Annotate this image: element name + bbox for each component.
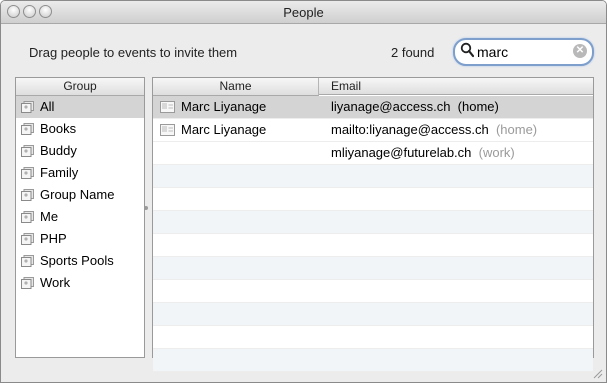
group-item-label: Buddy bbox=[40, 143, 77, 158]
group-item-sports-pools[interactable]: Sports Pools bbox=[16, 250, 144, 272]
group-item-php[interactable]: PHP bbox=[16, 228, 144, 250]
clear-search-icon[interactable]: ✕ bbox=[573, 44, 587, 58]
group-panel: Group All Books Buddy Family Group Name … bbox=[15, 77, 145, 358]
address-group-icon bbox=[21, 123, 34, 135]
group-item-me[interactable]: Me bbox=[16, 206, 144, 228]
email-address: mailto:liyanage@access.ch bbox=[331, 122, 489, 137]
group-item-label: Me bbox=[40, 209, 59, 224]
empty-row bbox=[153, 234, 593, 257]
group-item-label: Group Name bbox=[40, 187, 115, 202]
group-item-work[interactable]: Work bbox=[16, 272, 144, 294]
empty-row bbox=[153, 349, 593, 372]
group-item-label: Family bbox=[40, 165, 79, 180]
instruction-text: Drag people to events to invite them bbox=[29, 45, 238, 60]
address-group-icon bbox=[21, 101, 34, 113]
people-table: Marc Liyanage liyanage@access.ch (home) … bbox=[153, 96, 593, 372]
group-item-group-name[interactable]: Group Name bbox=[16, 184, 144, 206]
empty-row bbox=[153, 303, 593, 326]
email-address: mliyanage@futurelab.ch bbox=[331, 145, 472, 160]
email-tag: (work) bbox=[478, 145, 515, 160]
person-email: liyanage@access.ch (home) bbox=[331, 99, 499, 114]
name-column-header[interactable]: Name bbox=[153, 78, 319, 96]
pane-splitter-handle[interactable] bbox=[144, 206, 148, 210]
empty-row bbox=[153, 326, 593, 349]
group-item-label: All bbox=[40, 99, 55, 114]
found-count: 2 found bbox=[391, 45, 435, 60]
empty-row bbox=[153, 257, 593, 280]
people-window: People Drag people to events to invite t… bbox=[0, 0, 607, 383]
person-card-icon bbox=[160, 124, 175, 136]
title-bar: People bbox=[1, 1, 606, 24]
address-group-icon bbox=[21, 145, 34, 157]
empty-row bbox=[153, 165, 593, 188]
person-name: Marc Liyanage bbox=[181, 99, 267, 114]
person-name: Marc Liyanage bbox=[181, 122, 267, 137]
email-address: liyanage@access.ch bbox=[331, 99, 451, 114]
table-row[interactable]: Marc Liyanage mailto:liyanage@access.ch … bbox=[153, 119, 593, 142]
group-item-label: Books bbox=[40, 121, 77, 136]
group-item-books[interactable]: Books bbox=[16, 118, 144, 140]
toolbar: Drag people to events to invite them 2 f… bbox=[1, 24, 606, 71]
group-item-all[interactable]: All bbox=[16, 96, 144, 118]
address-group-icon bbox=[21, 189, 34, 201]
table-row[interactable]: Marc Liyanage liyanage@access.ch (home) bbox=[153, 96, 593, 119]
table-row[interactable]: mliyanage@futurelab.ch (work) bbox=[153, 142, 593, 165]
group-item-label: Work bbox=[40, 275, 71, 290]
person-card-icon bbox=[160, 101, 175, 113]
group-item-buddy[interactable]: Buddy bbox=[16, 140, 144, 162]
person-email: mailto:liyanage@access.ch (home) bbox=[331, 122, 537, 137]
search-field[interactable]: ✕ bbox=[453, 38, 594, 66]
address-group-icon bbox=[21, 255, 34, 267]
email-tag: (home) bbox=[457, 99, 499, 114]
resize-grip-icon[interactable] bbox=[591, 367, 603, 379]
people-panel: Name Email Marc Liyanage liyanage@access… bbox=[152, 77, 594, 372]
email-tag: (home) bbox=[495, 122, 538, 137]
group-list: All Books Buddy Family Group Name Me PHP… bbox=[16, 96, 144, 294]
group-column-header[interactable]: Group bbox=[16, 78, 144, 96]
address-group-icon bbox=[21, 233, 34, 245]
group-item-label: Sports Pools bbox=[40, 253, 114, 268]
group-item-family[interactable]: Family bbox=[16, 162, 144, 184]
address-group-icon bbox=[21, 211, 34, 223]
empty-row bbox=[153, 188, 593, 211]
address-group-icon bbox=[21, 277, 34, 289]
group-item-label: PHP bbox=[40, 231, 67, 246]
empty-row bbox=[153, 211, 593, 234]
magnifier-icon bbox=[460, 42, 474, 58]
email-column-header[interactable]: Email bbox=[319, 78, 593, 95]
empty-row bbox=[153, 280, 593, 303]
search-input[interactable] bbox=[477, 43, 567, 60]
person-email: mliyanage@futurelab.ch (work) bbox=[331, 145, 515, 160]
address-group-icon bbox=[21, 167, 34, 179]
window-title: People bbox=[283, 5, 324, 20]
